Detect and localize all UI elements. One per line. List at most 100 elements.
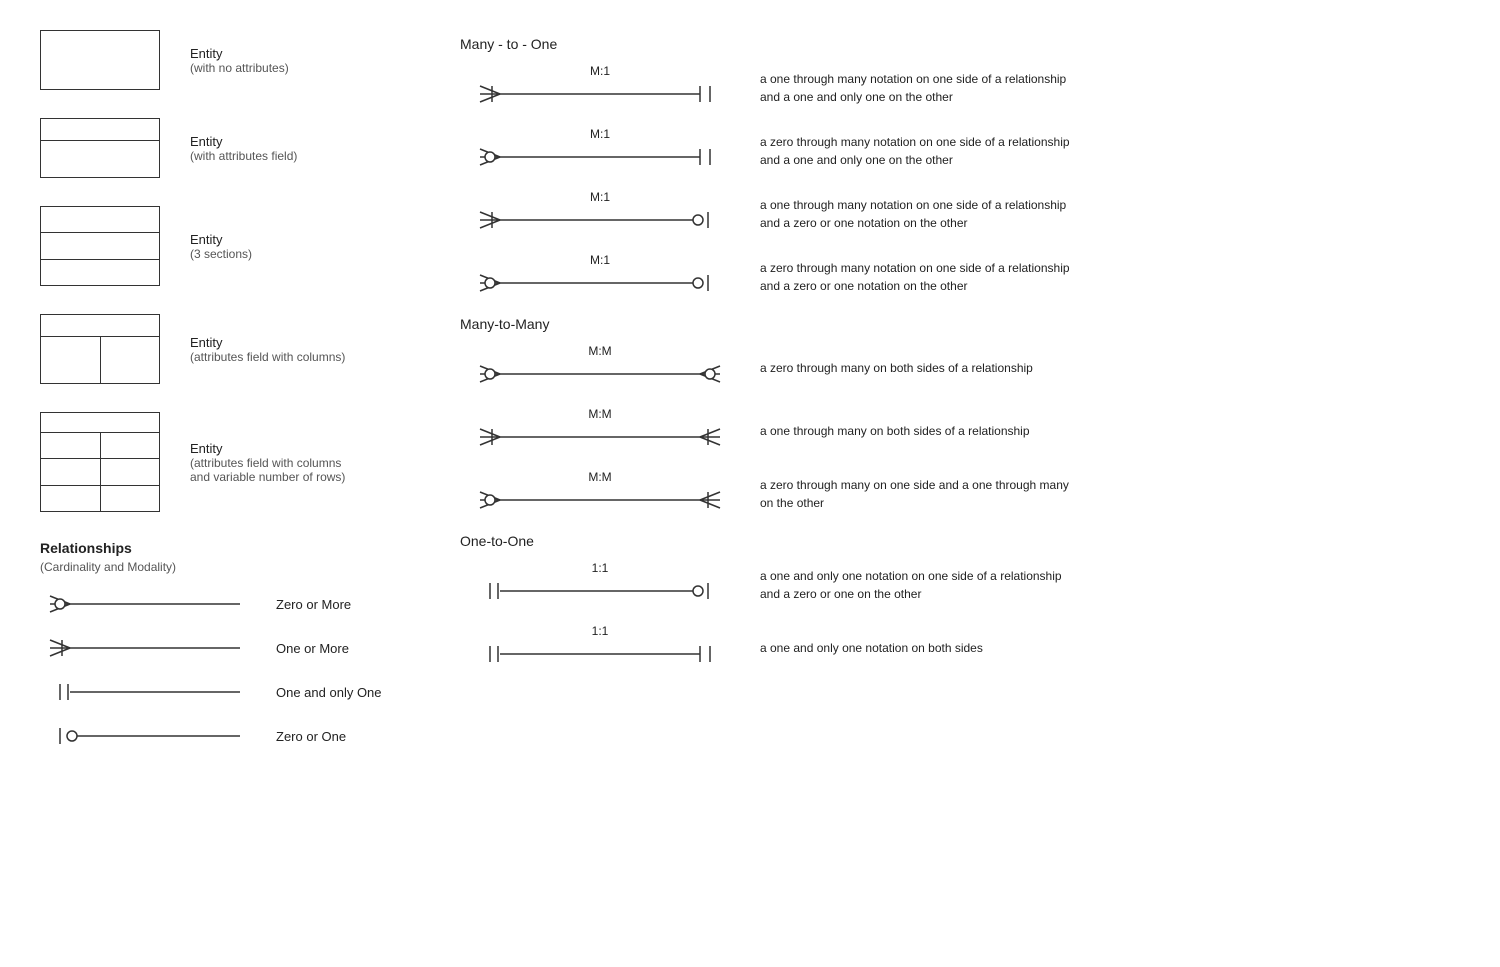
entity-colrows-row: Entity (attributes field with columns an… <box>40 412 420 512</box>
rel-zero-or-one-label: Zero or One <box>276 729 346 744</box>
zero-or-more-svg <box>40 590 260 618</box>
entity-3sec-name: Entity <box>190 232 252 247</box>
one-to-one-section: One-to-One 1:1 a one and only one no <box>460 533 1460 671</box>
many-to-one-title: Many - to - One <box>460 36 1460 52</box>
rel-zero-or-more-line <box>40 590 260 618</box>
m1-row3-desc: a one through many notation on one side … <box>760 196 1080 232</box>
box-colrows-top <box>41 413 159 433</box>
11-row2-ratio: 1:1 <box>460 624 740 638</box>
one-and-only-one-svg <box>40 678 260 706</box>
entity-attr-row: Entity (with attributes field) <box>40 118 420 178</box>
box-col-2 <box>101 337 160 383</box>
box-colrows <box>40 412 160 512</box>
m1-row3-svg <box>460 206 740 234</box>
11-row-2: 1:1 a one and only one notation on both … <box>460 624 1460 671</box>
relationships-section: Relationships (Cardinality and Modality) <box>40 540 420 750</box>
11-row2-desc: a one and only one notation on both side… <box>760 639 983 657</box>
mm-row2-svg <box>460 423 740 451</box>
rel-one-or-more: One or More <box>40 634 420 662</box>
rel-one-and-only-one-line <box>40 678 260 706</box>
zero-or-one-svg <box>40 722 260 750</box>
mm-row-2: M:M a one through <box>460 407 1460 454</box>
mm-row1-desc: a zero through many on both sides of a r… <box>760 359 1033 377</box>
grid-cell-1-2 <box>41 459 100 485</box>
box-cols-top <box>41 315 159 337</box>
mm-row3-connector: M:M <box>460 470 740 517</box>
entity-simple-sublabel: (with no attributes) <box>190 61 289 75</box>
entity-cols-name: Entity <box>190 335 345 350</box>
grid-col-2 <box>101 433 160 511</box>
m1-row2-svg <box>460 143 740 171</box>
11-row2-svg <box>460 640 740 668</box>
mm-row3-ratio: M:M <box>460 470 740 484</box>
m1-row3-connector: M:1 <box>460 190 740 237</box>
box-3sec-3 <box>41 260 159 285</box>
11-row1-svg <box>460 577 740 605</box>
box-simple <box>40 30 160 90</box>
11-row1-connector: 1:1 <box>460 561 740 608</box>
mm-row1-connector: M:M <box>460 344 740 391</box>
rel-zero-or-one-line <box>40 722 260 750</box>
entity-attr-sublabel: (with attributes field) <box>190 149 297 163</box>
right-column: Many - to - One M:1 <box>420 30 1460 766</box>
box-3sec-2 <box>41 233 159 259</box>
rel-one-or-more-line <box>40 634 260 662</box>
m1-row4-svg <box>460 269 740 297</box>
box-attr <box>40 118 160 178</box>
entity-attr-shape <box>40 118 170 178</box>
rel-one-or-more-label: One or More <box>276 641 349 656</box>
grid-cell-2-2 <box>101 459 160 485</box>
m1-row2-desc: a zero through many notation on one side… <box>760 133 1080 169</box>
entity-simple-row: Entity (with no attributes) <box>40 30 420 90</box>
entity-3sec-sublabel: (3 sections) <box>190 247 252 261</box>
left-column: Entity (with no attributes) Entity (with… <box>40 30 420 766</box>
grid-cell-2-1 <box>101 433 160 459</box>
box-attr-top <box>41 119 159 141</box>
rel-zero-or-more: Zero or More <box>40 590 420 618</box>
entity-attr-name: Entity <box>190 134 297 149</box>
box-attr-bottom <box>41 141 159 177</box>
entity-cols-shape <box>40 314 170 384</box>
entity-cols-sublabel: (attributes field with columns) <box>190 350 345 364</box>
entity-simple-label: Entity (with no attributes) <box>190 46 289 75</box>
entity-3sec-row: Entity (3 sections) <box>40 206 420 286</box>
entity-colrows-label: Entity (attributes field with columns an… <box>190 441 350 484</box>
entity-cols-row: Entity (attributes field with columns) <box>40 314 420 384</box>
m1-row4-desc: a zero through many notation on one side… <box>760 259 1080 295</box>
entity-colrows-sublabel: (attributes field with columns and varia… <box>190 456 350 484</box>
entity-colrows-name: Entity <box>190 441 350 456</box>
one-to-one-title: One-to-One <box>460 533 1460 549</box>
many-to-one-section: Many - to - One M:1 <box>460 36 1460 300</box>
box-cols-area <box>41 337 159 383</box>
box-col-1 <box>41 337 101 383</box>
entity-3sec-label: Entity (3 sections) <box>190 232 252 261</box>
m1-row1-connector: M:1 <box>460 64 740 111</box>
m1-row-3: M:1 a one through many notation on one s… <box>460 190 1460 237</box>
m1-row4-ratio: M:1 <box>460 253 740 267</box>
entity-cols-label: Entity (attributes field with columns) <box>190 335 345 364</box>
grid-col-1 <box>41 433 101 511</box>
entity-3sec-shape <box>40 206 170 286</box>
rel-one-and-only-one-label: One and only One <box>276 685 382 700</box>
rel-zero-or-one: Zero or One <box>40 722 420 750</box>
mm-row1-svg <box>460 360 740 388</box>
grid-cell-2-3 <box>101 486 160 511</box>
11-row2-connector: 1:1 <box>460 624 740 671</box>
m1-row3-ratio: M:1 <box>460 190 740 204</box>
mm-row3-svg <box>460 486 740 514</box>
box-3sec-1 <box>41 207 159 233</box>
m1-row-4: M:1 a zero through many notation on one … <box>460 253 1460 300</box>
m1-row1-ratio: M:1 <box>460 64 740 78</box>
m1-row2-ratio: M:1 <box>460 127 740 141</box>
mm-row3-desc: a zero through many on one side and a on… <box>760 476 1080 512</box>
entity-simple-shape <box>40 30 170 90</box>
11-row1-ratio: 1:1 <box>460 561 740 575</box>
m1-row-1: M:1 a one through many notation on one s… <box>460 64 1460 111</box>
mm-row2-connector: M:M <box>460 407 740 454</box>
mm-row-3: M:M a zero through <box>460 470 1460 517</box>
mm-row2-ratio: M:M <box>460 407 740 421</box>
m1-row4-connector: M:1 <box>460 253 740 300</box>
relationships-title: Relationships <box>40 540 420 556</box>
grid-cell-1-1 <box>41 433 100 459</box>
entity-simple-name: Entity <box>190 46 289 61</box>
